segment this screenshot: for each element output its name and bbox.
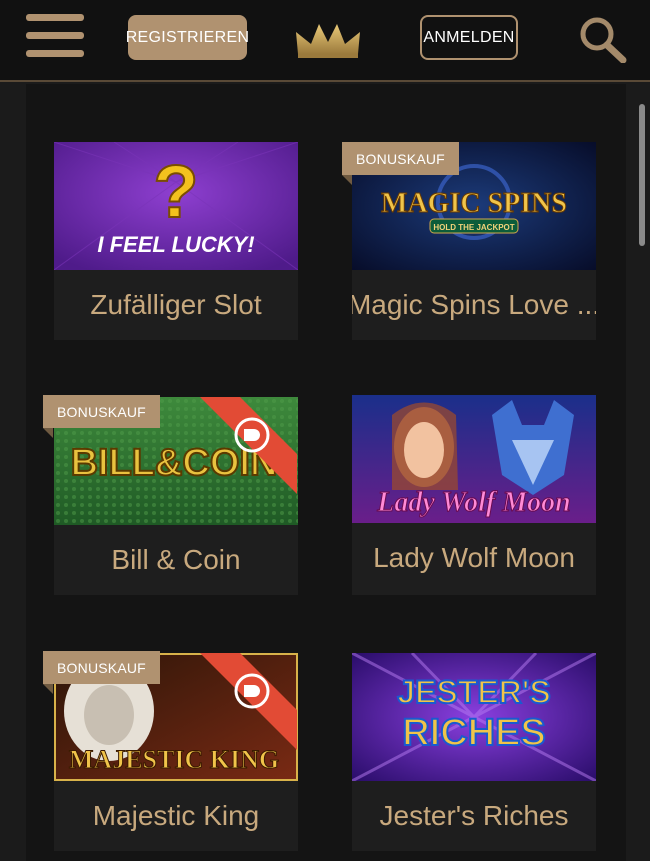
game-art-text: Lady Wolf Moon <box>376 487 570 518</box>
game-thumbnail: Lady Wolf Moon <box>352 395 596 523</box>
game-title: Bill & Coin <box>111 544 241 575</box>
badge-tail <box>342 175 352 185</box>
bonus-buy-badge: BONUSKAUF <box>43 395 160 428</box>
svg-text:?: ? <box>153 150 198 233</box>
svg-text:RICHES: RICHES <box>402 712 546 754</box>
game-title: Magic Spins Love ... <box>352 289 596 320</box>
game-card-jesters-riches[interactable]: JESTER'S RICHES Jester's Riches <box>352 653 596 851</box>
game-title: Zufälliger Slot <box>90 289 262 320</box>
register-button[interactable]: REGISTRIEREN <box>126 15 249 60</box>
game-title: Majestic King <box>92 800 260 831</box>
login-button[interactable]: ANMELDEN <box>420 15 518 60</box>
game-thumbnail: JESTER'S RICHES <box>352 653 596 781</box>
top-header: REGISTRIEREN ANMELDEN <box>0 0 650 82</box>
game-thumbnail: ? I FEEL LUCKY! <box>54 142 298 270</box>
crown-logo-icon[interactable] <box>293 20 363 60</box>
game-art-text: MAGIC SPINS <box>381 188 567 219</box>
provider-ribbon-icon <box>200 397 297 494</box>
game-card-zufaelliger-slot[interactable]: ? I FEEL LUCKY! Zufälliger Slot <box>54 142 298 340</box>
provider-ribbon-icon <box>200 653 297 750</box>
game-card-lady-wolf-moon[interactable]: Lady Wolf Moon Lady Wolf Moon <box>352 395 596 595</box>
game-title: Jester's Riches <box>379 800 569 831</box>
search-icon[interactable] <box>577 15 627 63</box>
bonus-buy-badge: BONUSKAUF <box>342 142 459 175</box>
game-title: Lady Wolf Moon <box>373 542 575 573</box>
svg-text:HOLD THE JACKPOT: HOLD THE JACKPOT <box>433 223 514 232</box>
menu-icon[interactable] <box>26 14 84 58</box>
game-art-text: I FEEL LUCKY! <box>97 232 254 257</box>
badge-tail <box>43 684 53 694</box>
bonus-buy-badge: BONUSKAUF <box>43 651 160 684</box>
badge-tail <box>43 428 53 438</box>
game-art-text: JESTER'S <box>397 674 550 710</box>
scrollbar-thumb[interactable] <box>639 104 645 246</box>
